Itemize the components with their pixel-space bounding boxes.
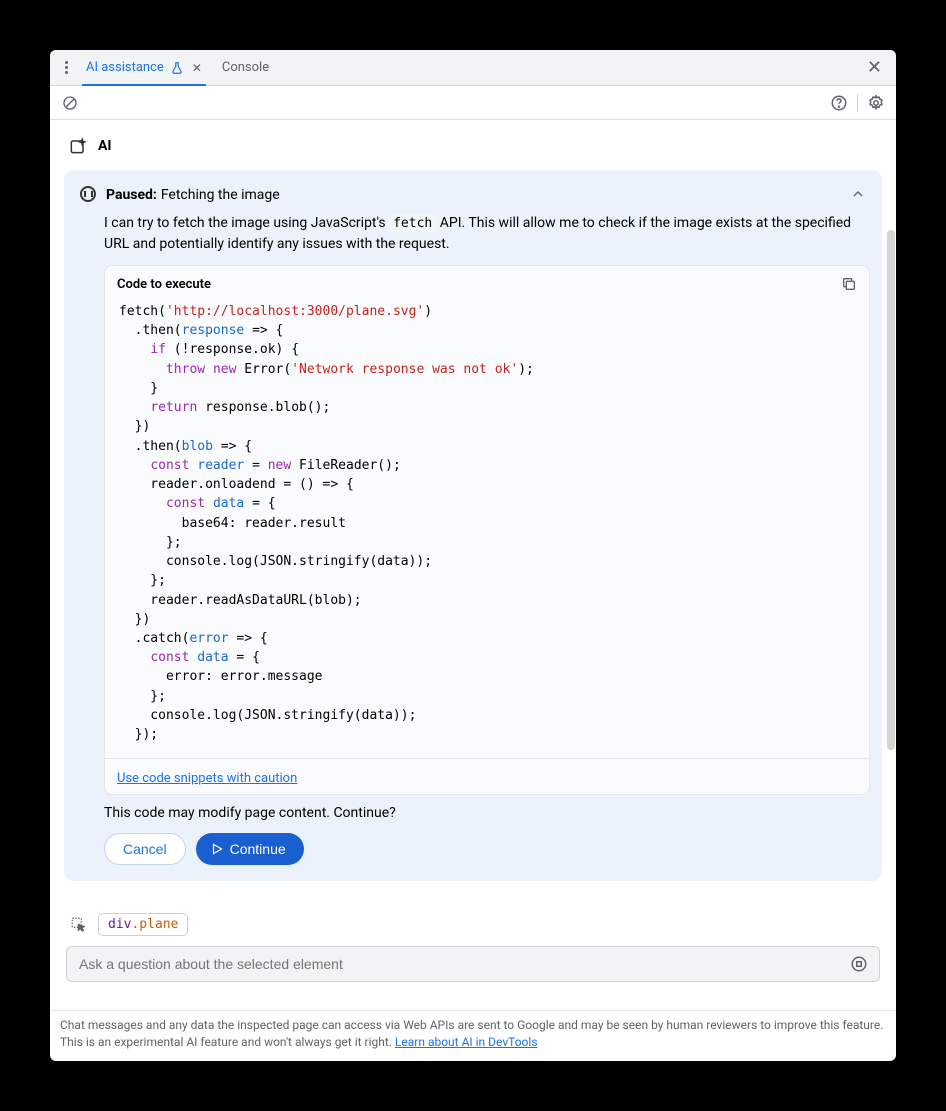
settings-icon[interactable] bbox=[864, 91, 888, 115]
selected-element-badge[interactable]: div.plane bbox=[98, 913, 188, 936]
close-tab-icon[interactable]: ✕ bbox=[192, 61, 202, 75]
ai-title: AI bbox=[98, 138, 112, 154]
selected-element-row: div.plane bbox=[58, 895, 888, 946]
pause-icon bbox=[80, 186, 96, 202]
learn-more-link[interactable]: Learn about AI in DevTools bbox=[395, 1035, 538, 1049]
tab-ai-assistance[interactable]: AI assistance ✕ bbox=[76, 50, 212, 86]
chevron-up-icon[interactable] bbox=[850, 186, 866, 202]
footer-disclaimer: Chat messages and any data the inspected… bbox=[50, 1010, 896, 1061]
inline-code: fetch bbox=[389, 215, 436, 232]
paused-label: Paused: bbox=[106, 187, 157, 203]
scrollbar[interactable] bbox=[887, 230, 895, 750]
paused-text: Fetching the image bbox=[161, 187, 280, 203]
ai-header: AI bbox=[58, 132, 888, 170]
confirm-text: This code may modify page content. Conti… bbox=[76, 795, 870, 833]
tab-label: AI assistance bbox=[86, 60, 164, 75]
tab-bar: AI assistance ✕ Console ✕ bbox=[50, 50, 896, 86]
stop-icon[interactable] bbox=[850, 955, 868, 973]
close-panel-icon[interactable]: ✕ bbox=[859, 53, 890, 82]
continue-button[interactable]: Continue bbox=[196, 833, 304, 865]
ask-input[interactable] bbox=[66, 946, 880, 982]
code-card: Code to execute fetch('http://localhost:… bbox=[104, 265, 870, 795]
caution-link[interactable]: Use code snippets with caution bbox=[117, 771, 297, 786]
clear-icon[interactable] bbox=[58, 91, 82, 115]
copy-icon[interactable] bbox=[841, 276, 857, 292]
divider bbox=[857, 94, 858, 112]
explanation-text: I can try to fetch the image using JavaS… bbox=[76, 213, 870, 265]
tab-console[interactable]: Console bbox=[212, 50, 279, 86]
inspect-icon[interactable] bbox=[70, 916, 88, 934]
code-card-title: Code to execute bbox=[117, 277, 211, 292]
ai-spark-icon bbox=[68, 136, 88, 156]
code-block: fetch('http://localhost:3000/plane.svg')… bbox=[105, 292, 869, 758]
flask-icon bbox=[170, 61, 184, 75]
tab-label: Console bbox=[222, 60, 269, 75]
play-icon bbox=[210, 842, 224, 856]
toolbar bbox=[50, 86, 896, 120]
more-menu-icon[interactable] bbox=[56, 57, 76, 78]
cancel-button[interactable]: Cancel bbox=[104, 833, 186, 865]
help-icon[interactable] bbox=[827, 91, 851, 115]
paused-card: Paused: Fetching the image I can try to … bbox=[64, 170, 882, 881]
